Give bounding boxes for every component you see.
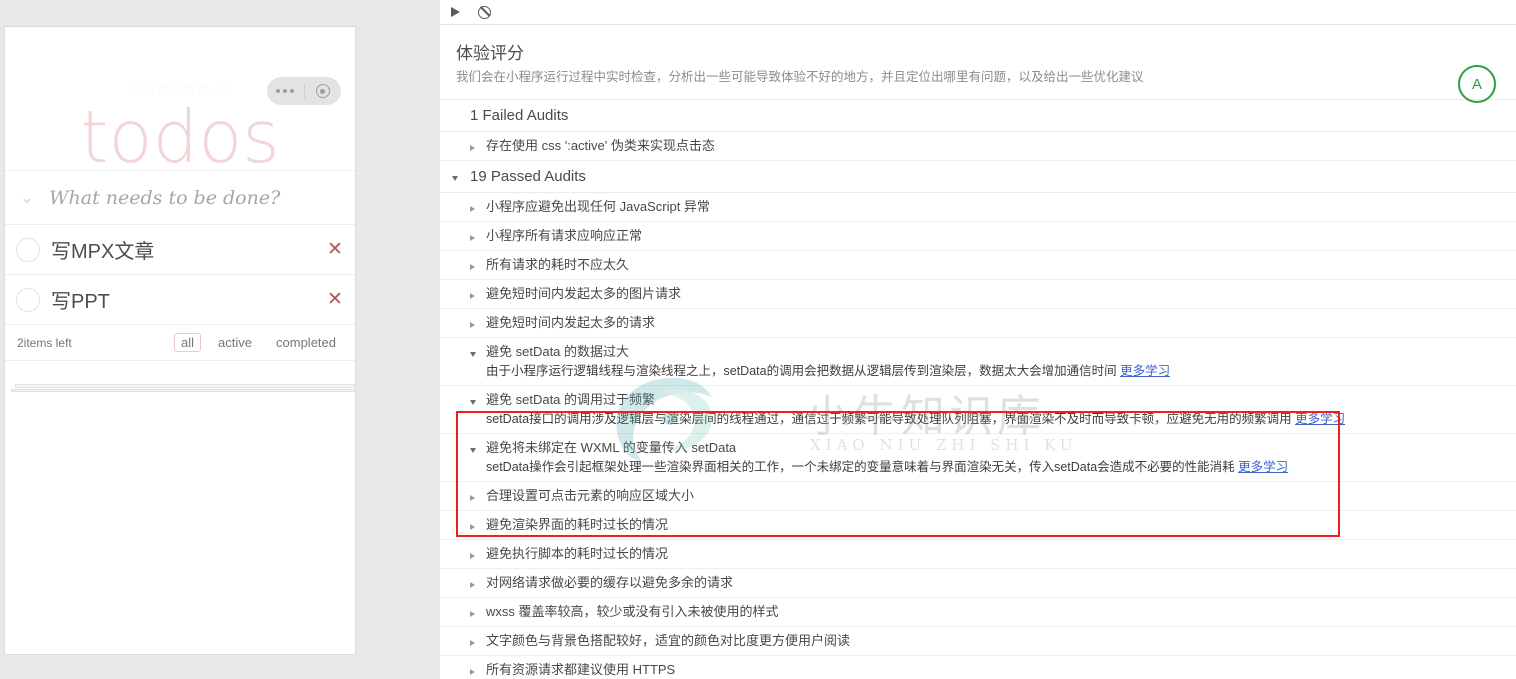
- chevron-down-icon[interactable]: [470, 439, 486, 456]
- audit-row-label: 文字颜色与背景色搭配较好，适宜的颜色对比度更方便用户阅读: [486, 633, 851, 648]
- close-icon[interactable]: ✕: [315, 240, 355, 259]
- audit-row-label: 存在使用 css ':active' 伪类来实现点击态: [486, 138, 715, 153]
- audit-row-label: wxss 覆盖率较高，较少或没有引入未被使用的样式: [486, 604, 779, 619]
- audit-row[interactable]: 避免短时间内发起太多的图片请求: [440, 280, 1516, 309]
- page-subtitle: 我们会在小程序运行过程中实时检查，分析出一些可能导致体验不好的地方，并且定位出哪…: [456, 70, 1144, 84]
- learn-more-link[interactable]: 更多学习: [1295, 412, 1345, 426]
- play-triangle-icon[interactable]: [451, 7, 460, 17]
- audit-pane: 体验评分 我们会在小程序运行过程中实时检查，分析出一些可能导致体验不好的地方，并…: [440, 0, 1516, 679]
- todo-checkbox[interactable]: [5, 237, 51, 262]
- target-circle-icon[interactable]: [305, 84, 342, 98]
- audit-row-label: 所有资源请求都建议使用 HTTPS: [486, 662, 676, 677]
- audit-row-label: 避免短时间内发起太多的请求: [486, 315, 656, 330]
- learn-more-link[interactable]: 更多学习: [1120, 364, 1170, 378]
- audit-row[interactable]: 文字颜色与背景色搭配较好，适宜的颜色对比度更方便用户阅读: [440, 627, 1516, 656]
- learn-more-link[interactable]: 更多学习: [1238, 460, 1288, 474]
- audit-row[interactable]: wxss 覆盖率较高，较少或没有引入未被使用的样式: [440, 598, 1516, 627]
- todo-checkbox[interactable]: [5, 287, 51, 312]
- audit-row[interactable]: 所有请求的耗时不应太久: [440, 251, 1516, 280]
- audit-row-label: 避免 setData 的数据过大: [486, 344, 630, 359]
- chevron-down-icon[interactable]: [470, 391, 486, 408]
- audit-row[interactable]: 避免执行脚本的耗时过长的情况: [440, 540, 1516, 569]
- audit-row-label: 小程序应避免出现任何 JavaScript 异常: [486, 199, 710, 214]
- audit-row-expanded[interactable]: 避免 setData 的数据过大 由于小程序运行逻辑线程与渲染线程之上，setD…: [440, 338, 1516, 386]
- chevron-right-icon[interactable]: [470, 574, 486, 591]
- group-label: 1 Failed Audits: [470, 107, 569, 124]
- chevron-down-icon[interactable]: [470, 343, 486, 360]
- page-title: 体验评分: [456, 44, 524, 63]
- audit-row-label: 避免将未绑定在 WXML 的变量传入 setData: [486, 440, 737, 455]
- audit-row-label: 合理设置可点击元素的响应区域大小: [486, 488, 695, 503]
- chevron-right-icon[interactable]: [470, 632, 486, 649]
- audit-row-label: 避免执行脚本的耗时过长的情况: [486, 546, 669, 561]
- audit-row-description: setData接口的调用涉及逻辑层与渲染层间的线程通过，通信过于频繁可能导致处理…: [486, 410, 1516, 428]
- audit-list: 1 Failed Audits 存在使用 css ':active' 伪类来实现…: [440, 100, 1516, 679]
- mini-program-header: mpx备忘清单-all todos: [5, 27, 355, 179]
- audit-toolbar: [440, 0, 1516, 25]
- audit-row-desc-text: setData操作会引起框架处理一些渲染界面相关的工作，一个未绑定的变量意味着与…: [486, 460, 1239, 474]
- chevron-right-icon[interactable]: [470, 256, 486, 273]
- todo-count-label: 2items left: [17, 335, 72, 350]
- more-dots-icon[interactable]: [267, 89, 304, 93]
- group-header-failed[interactable]: 1 Failed Audits: [440, 100, 1516, 132]
- todo-filters: all active completed: [174, 333, 343, 352]
- audit-row-description: setData操作会引起框架处理一些渲染界面相关的工作，一个未绑定的变量意味着与…: [486, 458, 1516, 476]
- chevron-right-icon[interactable]: [470, 603, 486, 620]
- mini-program-device: mpx备忘清单-all todos ⌄ What needs to be don: [4, 26, 356, 655]
- audit-row[interactable]: 对网络请求做必要的缓存以避免多余的请求: [440, 569, 1516, 598]
- filter-completed[interactable]: completed: [269, 333, 343, 352]
- chevron-right-icon[interactable]: [470, 198, 486, 215]
- filter-all[interactable]: all: [174, 333, 202, 352]
- audit-row-label: 避免 setData 的调用过于频繁: [486, 392, 656, 407]
- audit-row-label: 对网络请求做必要的缓存以避免多余的请求: [486, 575, 734, 590]
- audit-row-desc-text: setData接口的调用涉及逻辑层与渲染层间的线程通过，通信过于频繁可能导致处理…: [486, 412, 1296, 426]
- todo-footer: 2items left all active completed: [5, 325, 355, 361]
- chevron-down-icon[interactable]: ⌄: [5, 187, 49, 208]
- audit-row-expanded[interactable]: 避免 setData 的调用过于频繁 setData接口的调用涉及逻辑层与渲染层…: [440, 386, 1516, 434]
- chevron-right-icon[interactable]: [470, 516, 486, 533]
- chevron-right-icon[interactable]: [470, 314, 486, 331]
- todo-list-item[interactable]: 写MPX文章 ✕: [5, 225, 355, 275]
- chevron-right-icon[interactable]: [470, 661, 486, 678]
- audit-row-description: 由于小程序运行逻辑线程与渲染线程之上，setData的调用会把数据从逻辑层传到渲…: [486, 362, 1516, 380]
- simulator-pane: mpx备忘清单-all todos ⌄ What needs to be don: [0, 0, 440, 679]
- new-todo-input[interactable]: What needs to be done?: [49, 187, 280, 209]
- chevron-right-icon[interactable]: [470, 545, 486, 562]
- chevron-right-icon[interactable]: [470, 285, 486, 302]
- chevron-right-icon[interactable]: [470, 137, 486, 154]
- todo-list-item[interactable]: 写PPT ✕: [5, 275, 355, 325]
- audit-row-label: 避免渲染界面的耗时过长的情况: [486, 517, 669, 532]
- audit-row-desc-text: 由于小程序运行逻辑线程与渲染线程之上，setData的调用会把数据从逻辑层传到渲…: [486, 364, 1121, 378]
- filter-active[interactable]: active: [211, 333, 259, 352]
- todo-label: 写PPT: [51, 291, 110, 313]
- audit-row-label: 所有请求的耗时不应太久: [486, 257, 630, 272]
- audit-row-expanded[interactable]: 避免将未绑定在 WXML 的变量传入 setData setData操作会引起框…: [440, 434, 1516, 482]
- audit-row-label: 小程序所有请求应响应正常: [486, 228, 643, 243]
- audit-row-label: 避免短时间内发起太多的图片请求: [486, 286, 682, 301]
- todo-stack-shadow-2: [11, 389, 355, 392]
- todo-label: 写MPX文章: [51, 241, 155, 263]
- audit-row[interactable]: 小程序应避免出现任何 JavaScript 异常: [440, 193, 1516, 222]
- todo-stack-shadow-1: [15, 384, 355, 388]
- chevron-right-icon[interactable]: [470, 487, 486, 504]
- audit-row[interactable]: 所有资源请求都建议使用 HTTPS: [440, 656, 1516, 679]
- audit-row[interactable]: 合理设置可点击元素的响应区域大小: [440, 482, 1516, 511]
- audit-row[interactable]: 避免短时间内发起太多的请求: [440, 309, 1516, 338]
- close-icon[interactable]: ✕: [315, 290, 355, 309]
- audit-row[interactable]: 避免渲染界面的耗时过长的情况: [440, 511, 1516, 540]
- audit-row[interactable]: 存在使用 css ':active' 伪类来实现点击态: [440, 132, 1516, 161]
- group-header-passed[interactable]: 19 Passed Audits: [440, 161, 1516, 193]
- score-badge: A: [1458, 65, 1496, 103]
- screen-root: mpx备忘清单-all todos ⌄ What needs to be don: [0, 0, 1516, 679]
- chevron-right-icon[interactable]: [470, 227, 486, 244]
- chevron-down-icon[interactable]: [452, 168, 470, 185]
- audit-header: 体验评分 我们会在小程序运行过程中实时检查，分析出一些可能导致体验不好的地方，并…: [440, 25, 1516, 103]
- ban-circle-icon[interactable]: [478, 5, 491, 19]
- new-todo-row[interactable]: ⌄ What needs to be done?: [5, 171, 355, 225]
- group-label: 19 Passed Audits: [470, 168, 586, 185]
- todos-app-title: todos: [80, 95, 280, 179]
- audit-row[interactable]: 小程序所有请求应响应正常: [440, 222, 1516, 251]
